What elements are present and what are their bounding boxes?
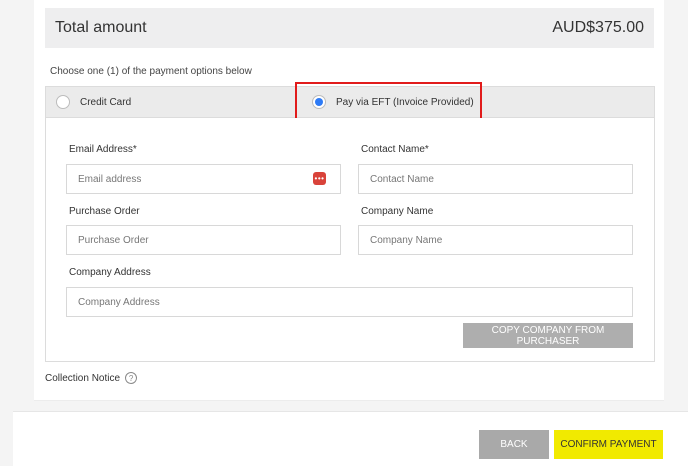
help-icon[interactable]: ? (125, 372, 138, 384)
collection-notice-label[interactable]: Collection Notice (45, 373, 120, 384)
total-amount-value: AUD$375.00 (552, 19, 644, 36)
payment-instruction: Choose one (1) of the payment options be… (50, 66, 252, 77)
company-name-label: Company Name (361, 206, 434, 217)
purchase-order-label: Purchase Order (69, 206, 140, 217)
purchase-order-field[interactable] (66, 225, 341, 255)
total-amount-label: Total amount (55, 19, 147, 36)
contact-name-field[interactable] (358, 164, 633, 194)
collection-notice[interactable]: Collection Notice ? (45, 372, 138, 384)
confirm-payment-button[interactable]: CONFIRM PAYMENT (554, 430, 663, 459)
company-address-label: Company Address (69, 267, 151, 278)
back-button[interactable]: BACK (479, 430, 549, 459)
password-manager-icon[interactable]: ••• (313, 172, 326, 185)
email-label: Email Address* (69, 144, 137, 155)
email-field[interactable] (66, 164, 341, 194)
company-name-field[interactable] (358, 225, 633, 255)
copy-company-button[interactable]: COPY COMPANY FROM PURCHASER (463, 323, 633, 348)
company-address-field[interactable] (66, 287, 633, 317)
total-amount-bar: Total amount AUD$375.00 (45, 8, 654, 48)
payment-option-credit-card[interactable]: Credit Card (56, 87, 131, 117)
credit-card-label: Credit Card (80, 96, 132, 108)
contact-name-label: Contact Name* (361, 144, 429, 155)
eft-highlight-box (295, 82, 482, 122)
credit-card-radio[interactable] (56, 95, 70, 109)
